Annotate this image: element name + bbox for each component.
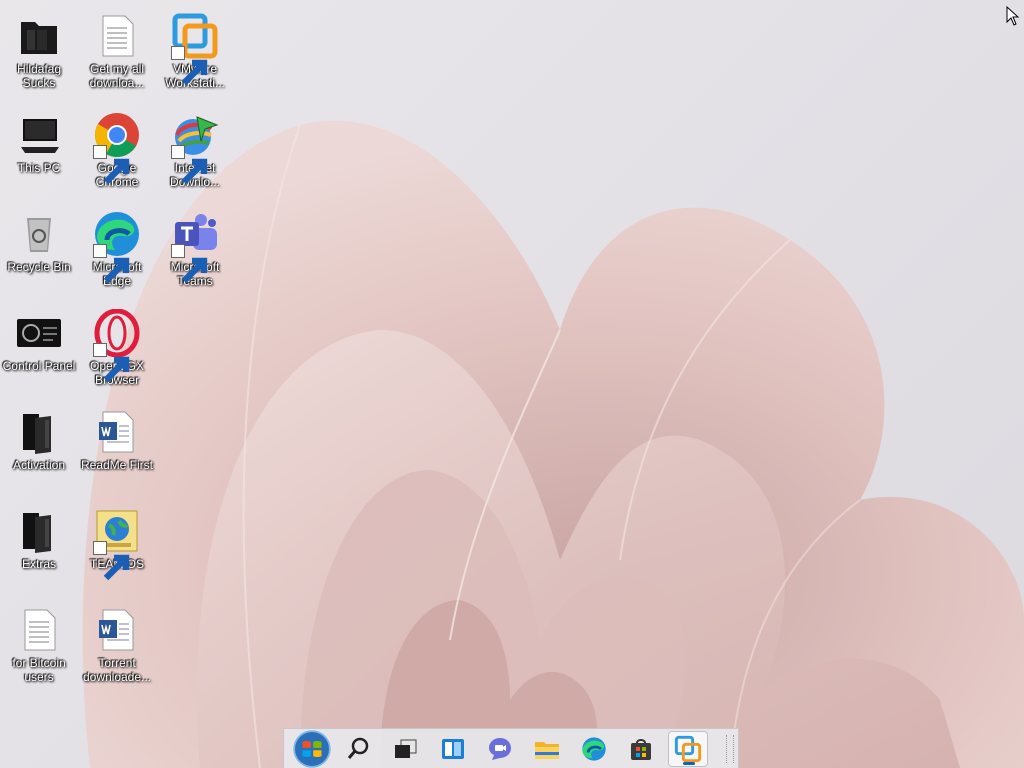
store-button[interactable] bbox=[621, 731, 661, 767]
search-button[interactable] bbox=[339, 731, 379, 767]
desktop-icon-for-bitcoin-users[interactable]: for Bitcoin users bbox=[0, 600, 78, 696]
desktop-icon-label: This PC bbox=[17, 161, 61, 175]
edge-icon bbox=[93, 210, 141, 284]
desktop-icon-label: ReadMe First bbox=[80, 458, 154, 472]
control-panel-icon bbox=[15, 309, 63, 357]
desktop-icon-google-chrome[interactable]: Google Chrome bbox=[78, 105, 156, 201]
shortcut-arrow-icon bbox=[93, 343, 130, 383]
desktop-icon-microsoft-teams[interactable]: Microsoft Teams bbox=[156, 204, 234, 300]
shortcut-arrow-icon bbox=[93, 541, 130, 581]
shortcut-arrow-icon bbox=[93, 244, 130, 284]
file-explorer-icon bbox=[535, 741, 559, 759]
widgets-button[interactable] bbox=[433, 731, 473, 767]
desktop-icon-microsoft-edge[interactable]: Microsoft Edge bbox=[78, 204, 156, 300]
start-button[interactable] bbox=[292, 729, 332, 768]
task-view-icon bbox=[395, 739, 417, 758]
store-icon bbox=[631, 738, 651, 760]
taskbar-grip[interactable] bbox=[726, 735, 734, 763]
word-doc-icon bbox=[93, 606, 141, 654]
mouse-cursor-icon bbox=[1006, 6, 1020, 26]
desktop-icon-label: for Bitcoin users bbox=[12, 656, 66, 684]
taskbar bbox=[283, 728, 739, 768]
desktop-icon-control-panel[interactable]: Control Panel bbox=[0, 303, 78, 399]
text-file-icon bbox=[93, 12, 141, 60]
desktop-icon-label: Get my all downloa... bbox=[89, 62, 145, 90]
desktop-icon-extras[interactable]: Extras bbox=[0, 501, 78, 597]
desktop-icon-torrent-downloader[interactable]: Torrent downloade... bbox=[78, 600, 156, 696]
folder-icon bbox=[15, 408, 63, 456]
widgets-icon bbox=[442, 738, 464, 759]
edge-icon bbox=[582, 736, 606, 761]
recycle-bin-icon bbox=[15, 210, 63, 258]
vmware-icon bbox=[171, 12, 219, 86]
desktop-icon-label: Recycle Bin bbox=[7, 260, 71, 274]
desktop-icon-label: Control Panel bbox=[2, 359, 76, 373]
folder-icon bbox=[15, 12, 63, 60]
text-file-icon bbox=[15, 606, 63, 654]
opera-gx-icon bbox=[93, 309, 141, 383]
desktop-icon-team-os[interactable]: TEAM OS bbox=[78, 501, 156, 597]
teams-chat-button[interactable] bbox=[480, 731, 520, 767]
teams-icon bbox=[171, 210, 219, 284]
word-doc-icon bbox=[93, 408, 141, 456]
desktop-icon-opera-gx[interactable]: Opera GX Browser bbox=[78, 303, 156, 399]
vmware-icon bbox=[674, 735, 702, 762]
computer-icon bbox=[15, 111, 63, 159]
task-view-button[interactable] bbox=[386, 731, 426, 767]
desktop-icon-this-pc[interactable]: This PC bbox=[0, 105, 78, 201]
internet-shortcut-icon bbox=[93, 507, 141, 581]
shortcut-arrow-icon bbox=[93, 145, 130, 185]
shortcut-arrow-icon bbox=[171, 46, 208, 86]
desktop-icon-vmware-workstation[interactable]: VMware Workstati... bbox=[156, 6, 234, 102]
desktop-icon-internet-download-manager[interactable]: Internet Downlo... bbox=[156, 105, 234, 201]
desktop-icon-label: Hildafag Sucks bbox=[16, 62, 62, 90]
file-explorer-button[interactable] bbox=[527, 731, 567, 767]
folder-icon bbox=[15, 507, 63, 555]
shortcut-arrow-icon bbox=[171, 145, 208, 185]
chrome-icon bbox=[93, 111, 141, 185]
desktop-icon-hildafag-sucks[interactable]: Hildafag Sucks bbox=[0, 6, 78, 102]
desktop-icon-label: Torrent downloade... bbox=[82, 656, 152, 684]
desktop-icon-readme-first[interactable]: ReadMe First bbox=[78, 402, 156, 498]
edge-button[interactable] bbox=[574, 731, 614, 767]
desktop-icon-recycle-bin[interactable]: Recycle Bin bbox=[0, 204, 78, 300]
chat-icon bbox=[489, 737, 511, 760]
windows-start-icon bbox=[293, 729, 331, 768]
desktop-icon-label: Activation bbox=[12, 458, 66, 472]
shortcut-arrow-icon bbox=[171, 244, 208, 284]
vmware-button[interactable] bbox=[668, 730, 708, 767]
desktop-icon-get-my-all-downloads[interactable]: Get my all downloa... bbox=[78, 6, 156, 102]
desktop-icon-activation[interactable]: Activation bbox=[0, 402, 78, 498]
search-icon bbox=[347, 737, 369, 759]
idm-icon bbox=[171, 111, 219, 185]
desktop-icon-label: Extras bbox=[21, 557, 56, 571]
